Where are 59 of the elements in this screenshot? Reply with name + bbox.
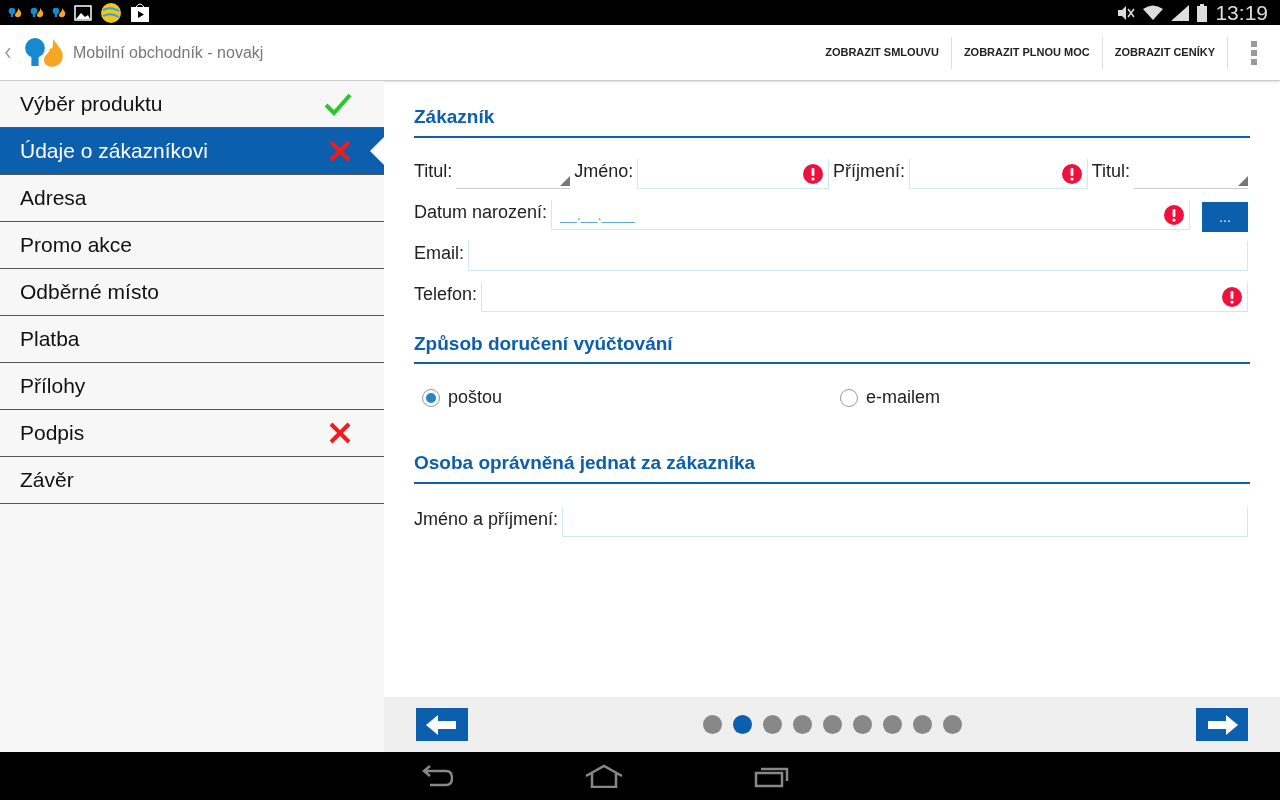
app-title: Mobilní obchodník - novakj (73, 42, 264, 63)
radio-option[interactable]: e-mailem (832, 384, 1250, 411)
step-item[interactable]: Přílohy (0, 363, 384, 410)
pointer-notch-icon (370, 137, 384, 165)
cross-icon (328, 139, 352, 163)
wifi-icon (1143, 4, 1164, 21)
field-label: Telefon: (414, 282, 478, 306)
step-item[interactable]: Odběrné místo (0, 269, 384, 316)
input-field[interactable] (468, 240, 1248, 271)
image-icon (74, 4, 92, 21)
step-item[interactable]: Platba (0, 316, 384, 363)
signal-icon (1171, 4, 1190, 21)
left-arrow-icon (426, 714, 458, 735)
step-item[interactable]: Údaje o zákazníkovi (0, 128, 384, 175)
globe-icon (100, 1, 122, 24)
date-picker-button[interactable]: ... (1202, 201, 1248, 232)
field-label: Titul: (1091, 159, 1130, 183)
step-item[interactable]: Závěr (0, 457, 384, 504)
alert-icon (803, 163, 823, 184)
action-button[interactable]: ZOBRAZIT SMLOUVU (813, 25, 951, 80)
field-label: Email: (414, 241, 464, 265)
bulb-flame-logo-icon (8, 7, 22, 18)
alert-icon (1164, 204, 1184, 225)
alert-icon (1061, 163, 1082, 184)
previous-button[interactable] (416, 708, 468, 741)
back-chevron-icon[interactable] (5, 47, 11, 58)
dropdown-corner-icon (1238, 175, 1248, 186)
mute-icon (1115, 4, 1136, 21)
section-heading: Způsob doručení vyúčtování (414, 329, 1250, 364)
dropdown-corner-icon (560, 175, 571, 186)
next-button[interactable] (1196, 708, 1248, 741)
check-icon (324, 92, 352, 116)
back-icon[interactable] (420, 765, 454, 787)
radio-option[interactable]: poštou (414, 384, 832, 411)
section-heading: Osoba oprávněná jednat za zákazníka (414, 449, 1250, 484)
home-icon[interactable] (584, 764, 624, 788)
step-item[interactable]: Promo akce (0, 222, 384, 269)
bulb-flame-logo-icon (30, 7, 44, 18)
field-label: Jméno a příjmení: (414, 507, 559, 531)
cross-icon (328, 421, 352, 445)
step-item[interactable]: Adresa (0, 175, 384, 222)
bulb-flame-logo-icon (52, 7, 66, 18)
input-field[interactable] (562, 506, 1248, 537)
step-item[interactable]: Podpis (0, 410, 384, 457)
right-arrow-icon (1206, 714, 1238, 735)
bulb-flame-logo-icon (23, 36, 65, 69)
field-label: Příjmení: (833, 159, 906, 183)
section-heading: Zákazník (414, 103, 1250, 138)
field-label: Datum narození: (414, 200, 548, 224)
field-label: Jméno: (574, 159, 634, 183)
field-label: Titul: (414, 159, 453, 183)
radio-button[interactable] (840, 388, 858, 407)
clock-time: 13:19 (1215, 0, 1268, 26)
overflow-menu-icon[interactable] (1251, 40, 1257, 65)
radio-button[interactable] (422, 388, 440, 407)
action-button[interactable]: ZOBRAZIT CENÍKY (1102, 25, 1227, 80)
alert-icon (1222, 286, 1242, 307)
battery-icon (1197, 3, 1208, 22)
action-button[interactable]: ZOBRAZIT PLNOU MOC (951, 25, 1102, 80)
